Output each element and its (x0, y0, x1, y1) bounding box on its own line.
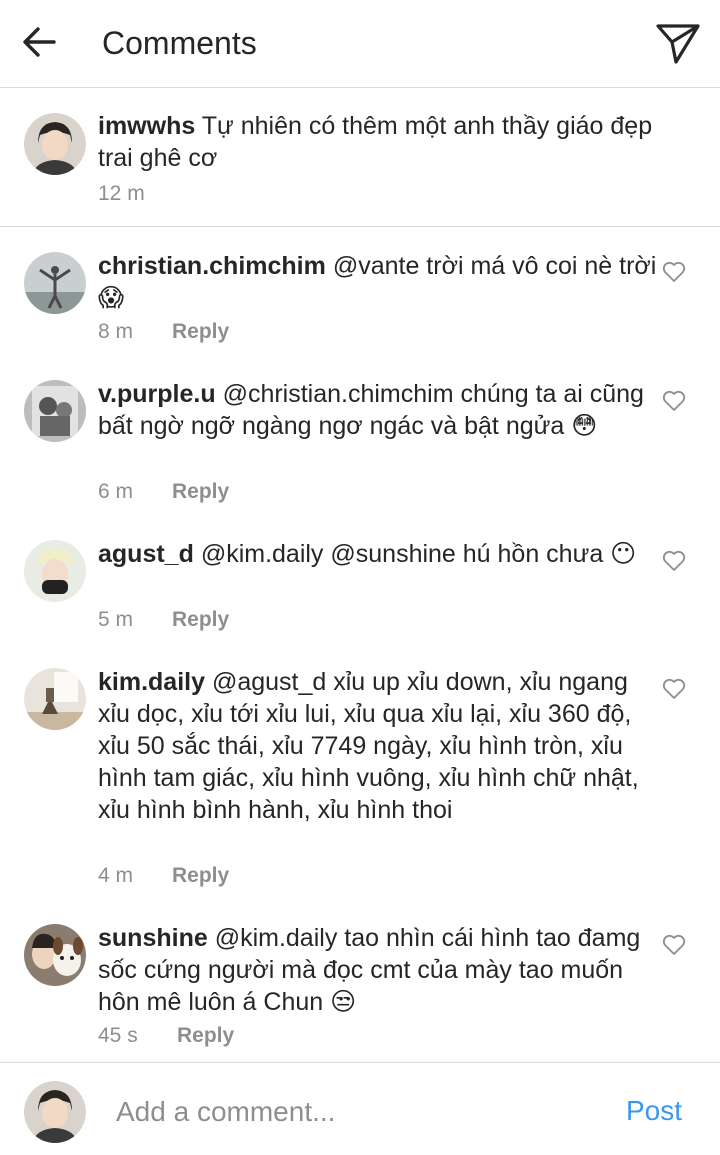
like-heart-icon[interactable] (662, 390, 686, 412)
comment-row: agust_d @kim.daily @sunshine hú hồn chưa… (0, 518, 720, 646)
current-user-avatar (24, 1081, 86, 1143)
username-link[interactable]: v.purple.u (98, 380, 216, 408)
reply-button[interactable]: Reply (172, 479, 229, 505)
comment-text: sunshine @kim.daily tao nhìn cái hình ta… (98, 922, 658, 1018)
username-link[interactable]: christian.chimchim (98, 252, 326, 280)
caption: imwwhs Tự nhiên có thêm một anh thầy giá… (0, 88, 720, 227)
comment-meta: 4 m Reply (98, 863, 229, 889)
avatar[interactable] (24, 113, 86, 175)
avatar[interactable] (24, 668, 86, 730)
username-link[interactable]: sunshine (98, 924, 208, 952)
page-title: Comments (102, 25, 257, 61)
caption-text: imwwhs Tự nhiên có thêm một anh thầy giá… (98, 110, 658, 174)
comment-composer: Post (0, 1062, 720, 1155)
username-link[interactable]: kim.daily (98, 668, 205, 696)
reply-button[interactable]: Reply (177, 1023, 234, 1049)
comment-row: christian.chimchim @vante trời má vô coi… (0, 228, 720, 358)
post-button[interactable]: Post (626, 1095, 682, 1127)
comment-meta: 8 m Reply (98, 319, 229, 345)
add-comment-input[interactable] (116, 1093, 596, 1131)
comment-row: sunshine @kim.daily tao nhìn cái hình ta… (0, 904, 720, 1060)
send-icon[interactable] (654, 20, 702, 66)
timestamp: 8 m (98, 320, 134, 343)
timestamp: 6 m (98, 480, 134, 503)
like-heart-icon[interactable] (662, 261, 686, 283)
like-heart-icon[interactable] (662, 934, 686, 956)
like-heart-icon[interactable] (662, 678, 686, 700)
comment-text: christian.chimchim @vante trời má vô coi… (98, 250, 658, 314)
comment-text: agust_d @kim.daily @sunshine hú hồn chưa… (98, 538, 658, 570)
like-heart-icon[interactable] (662, 550, 686, 572)
comment-text: v.purple.u @christian.chimchim chúng ta … (98, 378, 658, 442)
timestamp: 4 m (98, 864, 134, 887)
timestamp: 12 m (98, 182, 145, 205)
timestamp: 5 m (98, 608, 134, 631)
header: Comments (0, 0, 720, 88)
comment-text: kim.daily @agust_d xỉu up xỉu down, xỉu … (98, 666, 658, 826)
comment-row: kim.daily @agust_d xỉu up xỉu down, xỉu … (0, 646, 720, 904)
comment-row: v.purple.u @christian.chimchim chúng ta … (0, 358, 720, 518)
reply-button[interactable]: Reply (172, 863, 229, 889)
comment-meta: 6 m Reply (98, 479, 229, 505)
username-link[interactable]: agust_d (98, 540, 194, 568)
avatar[interactable] (24, 252, 86, 314)
comment-meta: 45 s Reply (98, 1023, 234, 1049)
timestamp: 45 s (98, 1024, 138, 1047)
reply-button[interactable]: Reply (172, 607, 229, 633)
avatar[interactable] (24, 924, 86, 986)
comment-body: @kim.daily @sunshine hú hồn chưa 😶 (200, 540, 637, 568)
comment-meta: 5 m Reply (98, 607, 229, 633)
reply-button[interactable]: Reply (172, 319, 229, 345)
avatar[interactable] (24, 540, 86, 602)
avatar[interactable] (24, 380, 86, 442)
back-arrow-icon[interactable] (22, 26, 56, 58)
username-link[interactable]: imwwhs (98, 112, 195, 140)
